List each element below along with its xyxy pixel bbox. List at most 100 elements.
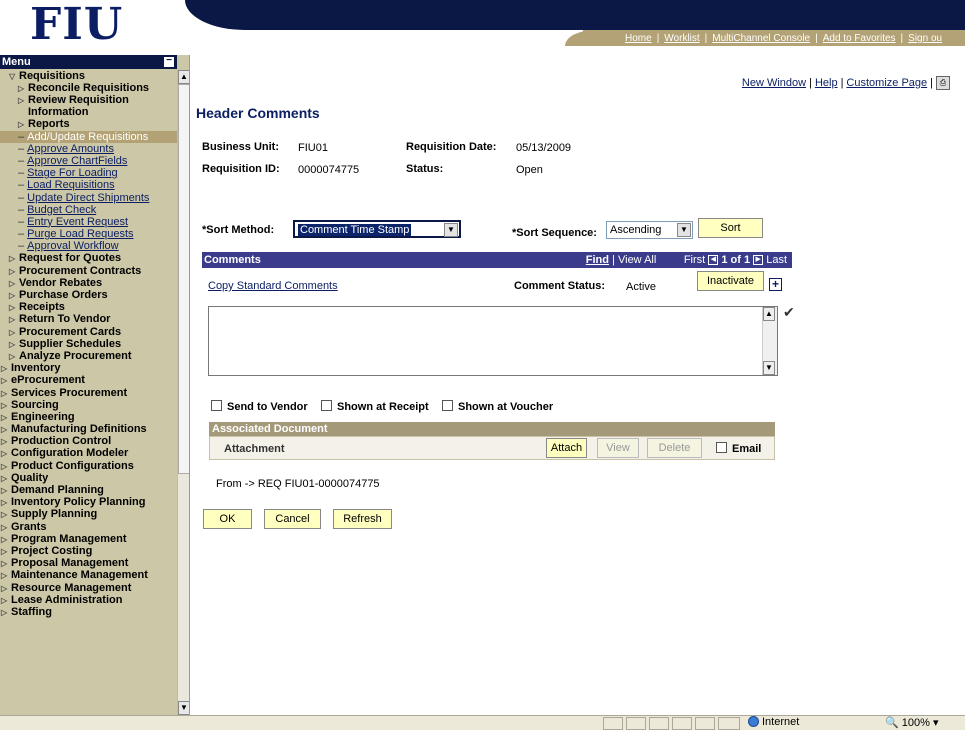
last-link[interactable]: Last	[766, 254, 787, 266]
menu-item-label[interactable]: Services Procurement	[11, 387, 127, 399]
first-link[interactable]: First	[684, 254, 705, 266]
menu-item[interactable]: ▷ eProcurement	[0, 374, 177, 386]
menu-item-link[interactable]: Stage For Loading	[27, 167, 118, 179]
find-link[interactable]: Find	[586, 254, 609, 266]
menu-item[interactable]: – Approval Workflow	[0, 240, 177, 252]
next-arrow-icon[interactable]: ▶	[753, 255, 764, 266]
chevron-down-icon[interactable]: ▼	[677, 223, 691, 237]
menu-item-label[interactable]: Project Costing	[11, 545, 92, 557]
sort-button[interactable]: Sort	[698, 218, 763, 238]
refresh-button[interactable]: Refresh	[333, 509, 392, 529]
menu-item-label[interactable]: Procurement Contracts	[19, 265, 141, 277]
help-link[interactable]: Help	[815, 77, 838, 89]
menu-item[interactable]: ▷ Request for Quotes	[0, 252, 177, 264]
chevron-down-icon[interactable]: ▼	[444, 223, 458, 237]
cancel-button[interactable]: Cancel	[264, 509, 321, 529]
menu-item-label[interactable]: Procurement Cards	[19, 326, 121, 338]
minus-icon[interactable]: −	[164, 56, 174, 67]
menu-item[interactable]: – Load Requisitions	[0, 179, 177, 191]
email-checkbox[interactable]: Email	[716, 442, 761, 455]
menu-item[interactable]: ▷ Product Configurations	[0, 460, 177, 472]
menu-item[interactable]: ▷ Reconcile Requisitions	[0, 82, 177, 94]
scroll-down-icon[interactable]: ▼	[178, 701, 189, 715]
menu-item-label[interactable]: eProcurement	[11, 374, 85, 386]
menu-item-link[interactable]: Approve Amounts	[27, 143, 114, 155]
nav-home-link[interactable]: Home	[625, 33, 652, 44]
menu-item[interactable]: ▷ Supply Planning	[0, 508, 177, 520]
menu-item[interactable]: ▷ Inventory	[0, 362, 177, 374]
comment-textarea[interactable]: ▲ ▼	[208, 306, 778, 376]
menu-item[interactable]: ▷ Engineering	[0, 411, 177, 423]
menu-item-link[interactable]: Add/Update Requisitions	[27, 131, 148, 143]
nav-worklist-link[interactable]: Worklist	[664, 33, 699, 44]
add-row-icon[interactable]: +	[769, 278, 782, 291]
menu-item[interactable]: ▷ Procurement Cards	[0, 326, 177, 338]
menu-item[interactable]: ▷ Resource Management	[0, 582, 177, 594]
menu-item-label[interactable]: Inventory Policy Planning	[11, 496, 145, 508]
menu-item-label[interactable]: Proposal Management	[11, 557, 128, 569]
menu-item-link[interactable]: Update Direct Shipments	[27, 192, 149, 204]
menu-item-label[interactable]: Maintenance Management	[11, 569, 148, 581]
menu-item[interactable]: ▷ Purchase Orders	[0, 289, 177, 301]
menu-item[interactable]: ▷ Supplier Schedules	[0, 338, 177, 350]
spell-check-icon[interactable]: ✔	[783, 304, 795, 321]
menu-item[interactable]: ▷ Maintenance Management	[0, 569, 177, 581]
menu-item-label[interactable]: Resource Management	[11, 582, 131, 594]
menu-item-label[interactable]: Vendor Rebates	[19, 277, 102, 289]
menu-item[interactable]: ▷ Procurement Contracts	[0, 265, 177, 277]
shown-at-receipt-checkbox[interactable]: Shown at Receipt	[321, 400, 429, 413]
menu-item-label[interactable]: Review Requisition Information	[28, 94, 168, 118]
menu-item-label[interactable]: Grants	[11, 521, 46, 533]
menu-item[interactable]: ▽ Requisitions	[0, 70, 177, 82]
menu-item-label[interactable]: Request for Quotes	[19, 252, 121, 264]
menu-item[interactable]: ▷ Lease Administration	[0, 594, 177, 606]
menu-item-label[interactable]: Staffing	[11, 606, 52, 618]
menu-item-label[interactable]: Engineering	[11, 411, 75, 423]
checkbox-box[interactable]	[211, 400, 222, 411]
scroll-up-icon[interactable]: ▲	[178, 70, 189, 84]
menu-item[interactable]: ▷ Manufacturing Definitions	[0, 423, 177, 435]
scroll-up-icon[interactable]: ▲	[763, 307, 775, 321]
menu-item[interactable]: – Purge Load Requests	[0, 228, 177, 240]
menu-item-label[interactable]: Reports	[28, 118, 70, 130]
menu-item[interactable]: ▷ Production Control	[0, 435, 177, 447]
checkbox-box[interactable]	[321, 400, 332, 411]
menu-item-label[interactable]: Manufacturing Definitions	[11, 423, 147, 435]
send-to-vendor-checkbox[interactable]: Send to Vendor	[211, 400, 308, 413]
menu-item-label[interactable]: Sourcing	[11, 399, 59, 411]
menu-item[interactable]: – Approve ChartFields	[0, 155, 177, 167]
menu-item-label[interactable]: Program Management	[11, 533, 127, 545]
menu-item[interactable]: ▷ Quality	[0, 472, 177, 484]
menu-item-label[interactable]: Demand Planning	[11, 484, 104, 496]
new-window-link[interactable]: New Window	[742, 77, 806, 89]
previous-arrow-icon[interactable]: ◀	[708, 255, 719, 266]
menu-item-label[interactable]: Receipts	[19, 301, 65, 313]
menu-item-link[interactable]: Purge Load Requests	[27, 228, 133, 240]
view-button[interactable]: View	[597, 438, 639, 458]
menu-item[interactable]: ▷ Demand Planning	[0, 484, 177, 496]
view-all-link[interactable]: View All	[618, 254, 656, 266]
menu-item-label[interactable]: Return To Vendor	[19, 313, 110, 325]
menu-item-label[interactable]: Configuration Modeler	[11, 447, 128, 459]
menu-item-label[interactable]: Production Control	[11, 435, 111, 447]
checkbox-box[interactable]	[442, 400, 453, 411]
menu-item[interactable]: ▷ Return To Vendor	[0, 313, 177, 325]
customize-page-link[interactable]: Customize Page	[846, 77, 927, 89]
menu-item[interactable]: ▷ Project Costing	[0, 545, 177, 557]
menu-item[interactable]: ▷ Inventory Policy Planning	[0, 496, 177, 508]
collapsed-triangle-icon[interactable]: ▷	[18, 95, 28, 107]
checkbox-box[interactable]	[716, 442, 727, 453]
menu-item-link[interactable]: Budget Check	[27, 204, 96, 216]
sort-method-select[interactable]: Comment Time Stamp ▼	[293, 220, 461, 238]
menu-scroll-thumb[interactable]	[178, 84, 189, 474]
menu-item[interactable]: – Update Direct Shipments	[0, 192, 177, 204]
copy-standard-comments-link[interactable]: Copy Standard Comments	[208, 280, 338, 292]
menu-item-label[interactable]: Reconcile Requisitions	[28, 82, 149, 94]
nav-signout-link[interactable]: Sign ou	[908, 33, 942, 44]
menu-scrollbar[interactable]: ▲ ▼	[177, 70, 189, 715]
zoom-control[interactable]: 🔍 100% ▾	[885, 716, 938, 729]
menu-item-label[interactable]: Product Configurations	[11, 460, 134, 472]
menu-item-label[interactable]: Inventory	[11, 362, 61, 374]
http-icon[interactable]: ⎙	[936, 76, 950, 90]
ok-button[interactable]: OK	[203, 509, 252, 529]
